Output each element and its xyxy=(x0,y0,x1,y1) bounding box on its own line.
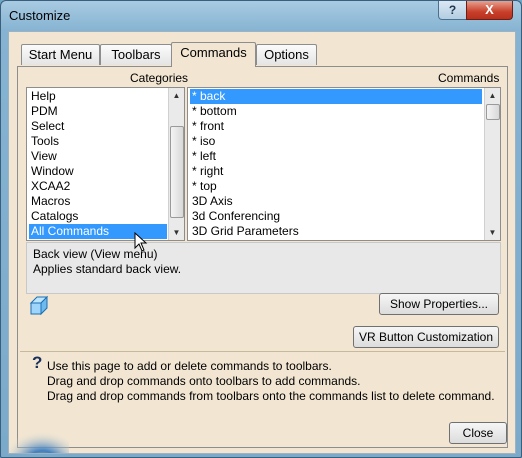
scroll-up-arrow-icon[interactable]: ▲ xyxy=(169,88,184,103)
help-tip: ? Use this page to add or delete command… xyxy=(18,353,495,445)
category-item[interactable]: Catalogs xyxy=(29,209,167,224)
close-window-button[interactable]: X xyxy=(466,1,513,20)
customize-dialog: Customize ? X Start Menu Toolbars Comman… xyxy=(0,0,522,458)
title-bar[interactable]: Customize ? X xyxy=(1,1,521,31)
command-item[interactable]: 3D Axis xyxy=(190,194,482,209)
category-item[interactable]: PDM xyxy=(29,104,167,119)
categories-list[interactable]: Help PDM Select Tools View Window XCAA2 … xyxy=(26,87,185,241)
command-item[interactable]: * iso xyxy=(190,134,482,149)
help-button[interactable]: ? xyxy=(438,1,467,20)
command-description-box: Back view (View menu) Applies standard b… xyxy=(26,242,501,294)
scroll-up-arrow-icon[interactable]: ▲ xyxy=(485,88,500,103)
commands-list[interactable]: * back * bottom * front * iso * left * r… xyxy=(187,87,501,241)
tab-options[interactable]: Options xyxy=(256,44,317,65)
tab-start-menu[interactable]: Start Menu xyxy=(21,44,100,65)
commands-header: Commands xyxy=(438,71,500,85)
vr-button-customization-button[interactable]: VR Button Customization xyxy=(353,326,499,348)
globe-decoration-icon xyxy=(9,428,69,453)
command-item-selected[interactable]: * back xyxy=(190,89,482,104)
category-item[interactable]: Help xyxy=(29,89,167,104)
command-item[interactable]: * left xyxy=(190,149,482,164)
dialog-body: Start Menu Toolbars Commands Options Cat… xyxy=(8,31,516,454)
category-item[interactable]: XCAA2 xyxy=(29,179,167,194)
command-item[interactable]: 3D Grid Parameters xyxy=(190,224,482,239)
commands-scrollbar[interactable]: ▲ ▼ xyxy=(484,88,500,240)
description-text: Applies standard back view. xyxy=(33,262,182,276)
show-properties-button[interactable]: Show Properties... xyxy=(379,293,499,315)
tip-line-3: Drag and drop commands from toolbars ont… xyxy=(47,389,495,403)
command-item[interactable]: * bottom xyxy=(190,104,482,119)
question-mark-icon: ? xyxy=(32,353,43,372)
category-item[interactable]: View xyxy=(29,149,167,164)
divider xyxy=(20,351,505,352)
window-title: Customize xyxy=(9,8,71,23)
category-item[interactable]: Select xyxy=(29,119,167,134)
commands-panel: Categories Commands Help PDM Select Tool… xyxy=(17,66,508,448)
scroll-thumb[interactable] xyxy=(486,104,500,120)
scroll-down-arrow-icon[interactable]: ▼ xyxy=(169,225,184,240)
command-item[interactable]: * top xyxy=(190,179,482,194)
close-button[interactable]: Close xyxy=(449,422,507,444)
category-item[interactable]: Tools xyxy=(29,134,167,149)
category-item[interactable]: Window xyxy=(29,164,167,179)
tip-line-1: Use this page to add or delete commands … xyxy=(47,359,332,373)
3d-cube-icon xyxy=(29,295,49,316)
scroll-down-arrow-icon[interactable]: ▼ xyxy=(485,225,500,240)
command-item[interactable]: 3d Conferencing xyxy=(190,209,482,224)
tab-toolbars[interactable]: Toolbars xyxy=(100,44,172,65)
command-item[interactable]: * front xyxy=(190,119,482,134)
categories-header: Categories xyxy=(130,71,189,85)
category-item[interactable]: Macros xyxy=(29,194,167,209)
categories-scrollbar[interactable]: ▲ ▼ xyxy=(168,88,184,240)
mouse-pointer-icon xyxy=(134,232,148,252)
scroll-thumb[interactable] xyxy=(170,126,184,218)
command-item[interactable]: * right xyxy=(190,164,482,179)
tab-commands[interactable]: Commands xyxy=(171,42,256,67)
tip-line-2: Drag and drop commands onto toolbars to … xyxy=(47,374,361,388)
